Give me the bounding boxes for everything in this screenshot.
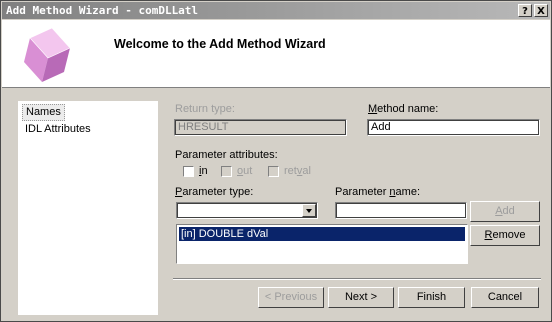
wizard-cube-icon xyxy=(12,22,76,86)
out-checkbox xyxy=(221,166,232,177)
wizard-header: Welcome to the Add Method Wizard xyxy=(2,20,550,88)
in-label: in xyxy=(199,165,208,177)
parameter-type-label: Parameter type: xyxy=(175,186,254,198)
wizard-nav: Names IDL Attributes xyxy=(18,101,158,315)
add-button: Add xyxy=(470,201,540,222)
footer-divider xyxy=(173,278,541,280)
return-type-field: HRESULT xyxy=(174,119,347,136)
add-method-wizard-window: Add Method Wizard - comDLLatl ? X Welcom… xyxy=(0,0,552,322)
out-label: out xyxy=(237,165,253,177)
finish-button[interactable]: Finish xyxy=(398,287,465,308)
help-button[interactable]: ? xyxy=(518,4,532,17)
chevron-down-icon[interactable] xyxy=(302,204,316,217)
cancel-button[interactable]: Cancel xyxy=(471,287,539,308)
nav-item-names[interactable]: Names xyxy=(22,104,65,121)
window-title: Add Method Wizard - comDLLatl xyxy=(6,4,199,17)
close-button[interactable]: X xyxy=(534,4,548,17)
parameter-attributes-label: Parameter attributes: xyxy=(175,149,278,161)
parameter-list-item[interactable]: [in] DOUBLE dVal xyxy=(179,227,465,241)
return-type-label: Return type: xyxy=(175,103,235,115)
retval-label: retval xyxy=(284,165,311,177)
page-title: Welcome to the Add Method Wizard xyxy=(114,37,326,51)
parameter-name-input[interactable] xyxy=(335,202,467,219)
parameter-name-label: Parameter name: xyxy=(335,186,421,198)
remove-button[interactable]: Remove xyxy=(470,225,540,246)
title-bar[interactable]: Add Method Wizard - comDLLatl ? X xyxy=(2,2,550,19)
retval-checkbox xyxy=(268,166,279,177)
nav-item-idl-attributes[interactable]: IDL Attributes xyxy=(22,122,94,137)
method-name-input[interactable]: Add xyxy=(367,119,540,136)
parameter-type-dropdown[interactable] xyxy=(176,202,318,219)
previous-button: < Previous xyxy=(258,287,324,308)
in-checkbox[interactable] xyxy=(183,166,194,177)
parameter-list[interactable]: [in] DOUBLE dVal xyxy=(176,224,468,264)
method-name-label: Method name: xyxy=(368,103,439,115)
next-button[interactable]: Next > xyxy=(328,287,394,308)
